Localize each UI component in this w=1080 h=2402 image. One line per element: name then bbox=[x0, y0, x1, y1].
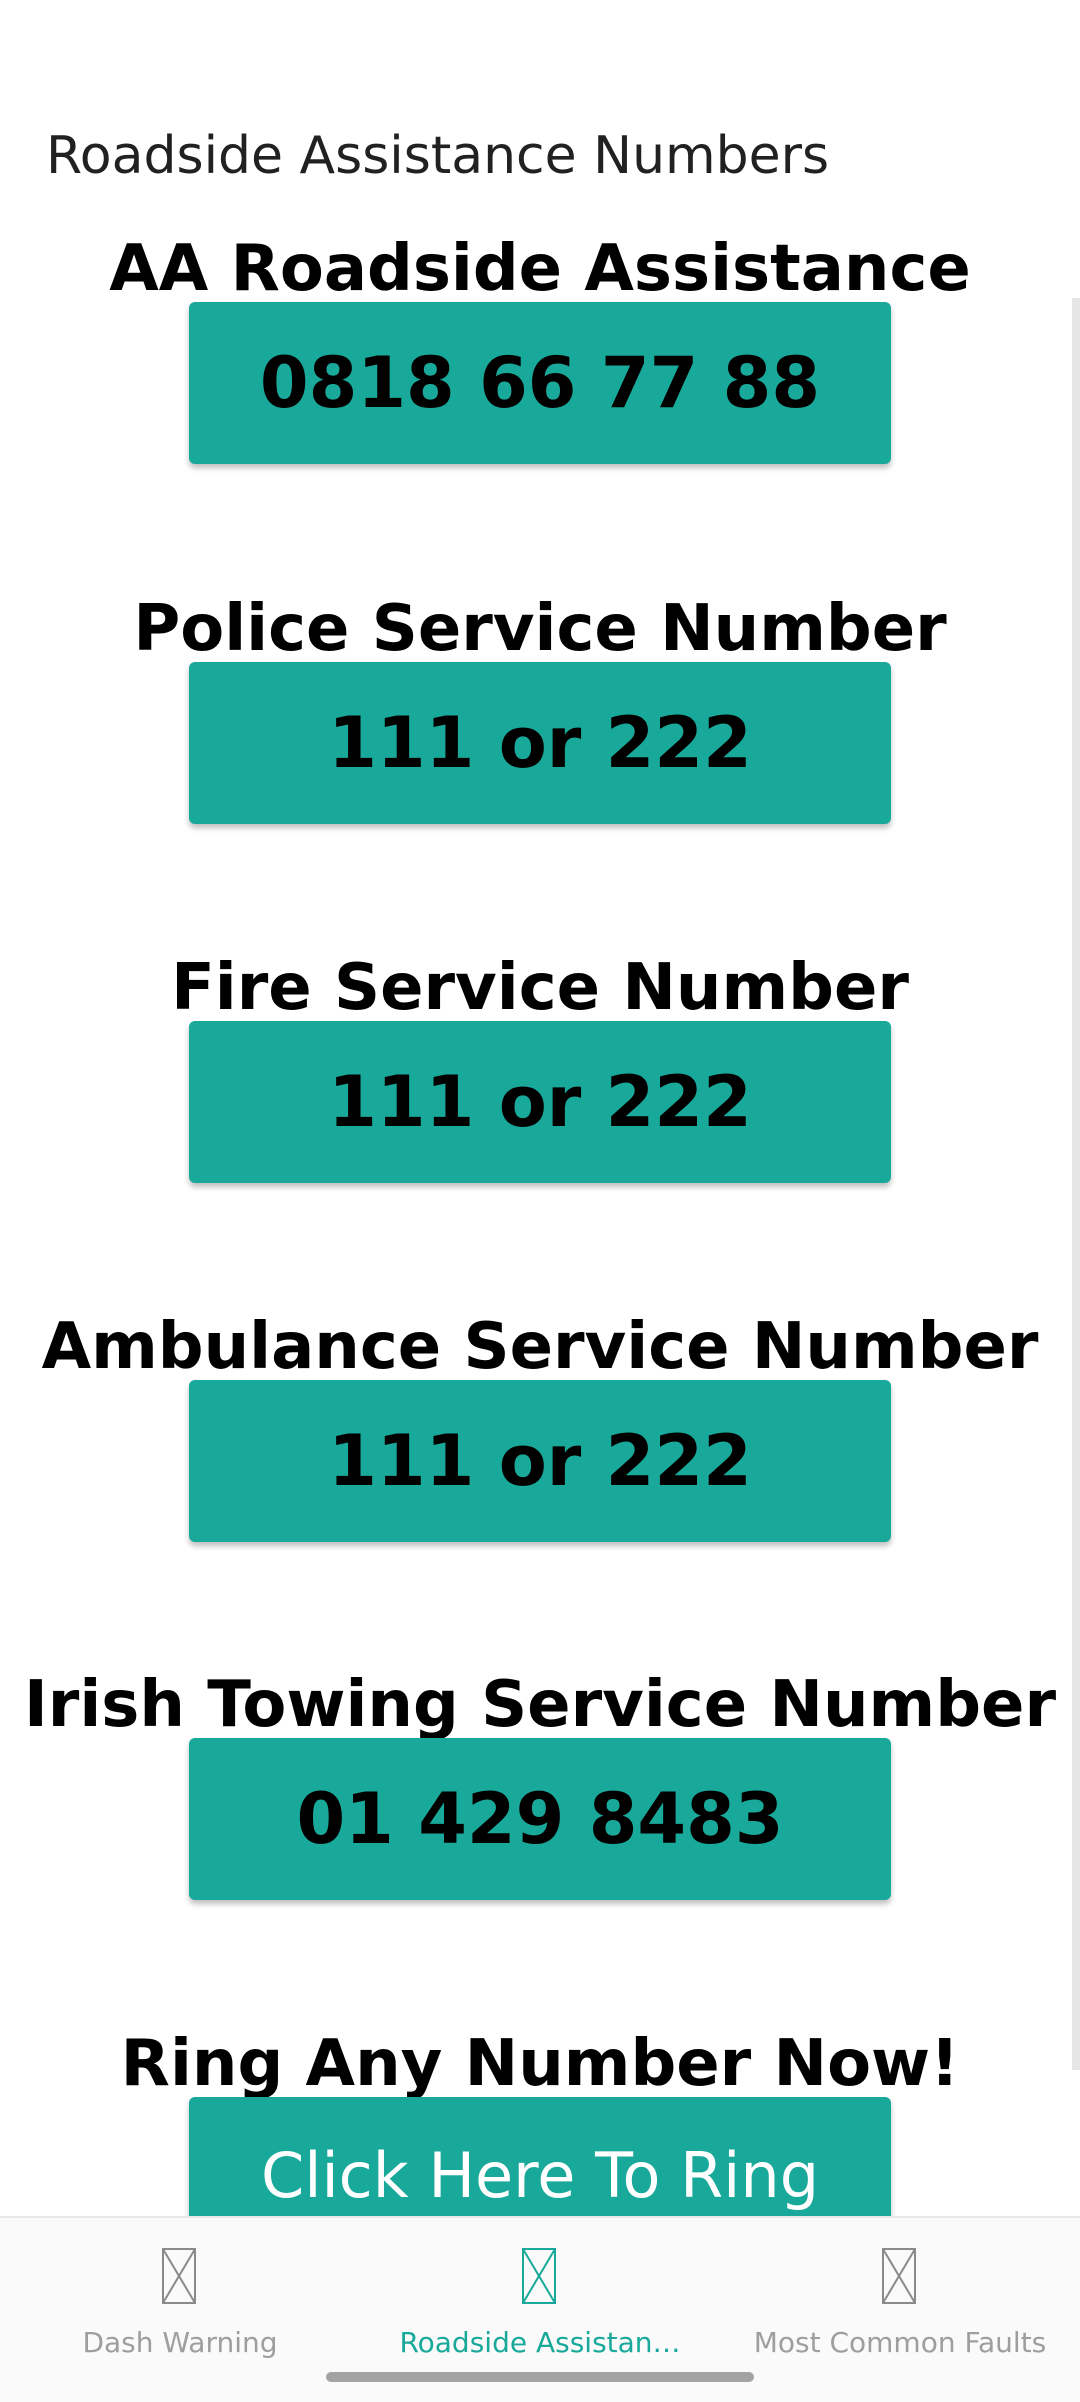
nav-label: Roadside Assistan… bbox=[399, 2326, 681, 2359]
section-title: Ring Any Number Now! bbox=[120, 2027, 960, 2101]
nav-roadside-assistance[interactable]: Roadside Assistan… bbox=[360, 2218, 720, 2359]
call-ambulance-button[interactable]: 111 or 222 bbox=[189, 1380, 891, 1542]
nav-dash-warning[interactable]: Dash Warning bbox=[0, 2218, 360, 2359]
call-aa-button[interactable]: 0818 66 77 88 bbox=[189, 302, 891, 464]
nav-most-common-faults[interactable]: Most Common Faults bbox=[720, 2218, 1080, 2359]
section-title: AA Roadside Assistance bbox=[109, 240, 971, 306]
page-title: Roadside Assistance Numbers bbox=[46, 126, 830, 186]
ring-now-button[interactable]: Click Here To Ring bbox=[189, 2097, 891, 2216]
image-placeholder-icon bbox=[882, 2248, 916, 2304]
call-towing-button[interactable]: 01 429 8483 bbox=[189, 1738, 891, 1900]
home-indicator[interactable] bbox=[326, 2372, 754, 2382]
nav-label: Dash Warning bbox=[82, 2326, 278, 2359]
nav-label: Most Common Faults bbox=[753, 2326, 1047, 2359]
image-placeholder-icon bbox=[162, 2248, 196, 2304]
section-title: Police Service Number bbox=[133, 592, 947, 666]
numbers-list[interactable]: AA Roadside Assistance 0818 66 77 88 Pol… bbox=[0, 240, 1080, 2216]
image-placeholder-icon bbox=[522, 2248, 556, 2304]
section-title: Irish Towing Service Number bbox=[23, 1668, 1057, 1742]
section-title: Ambulance Service Number bbox=[41, 1310, 1039, 1384]
call-police-button[interactable]: 111 or 222 bbox=[189, 662, 891, 824]
scrollbar[interactable] bbox=[1072, 298, 1080, 2070]
app-bar: Roadside Assistance Numbers bbox=[0, 0, 1080, 240]
call-fire-button[interactable]: 111 or 222 bbox=[189, 1021, 891, 1183]
section-title: Fire Service Number bbox=[171, 951, 909, 1025]
